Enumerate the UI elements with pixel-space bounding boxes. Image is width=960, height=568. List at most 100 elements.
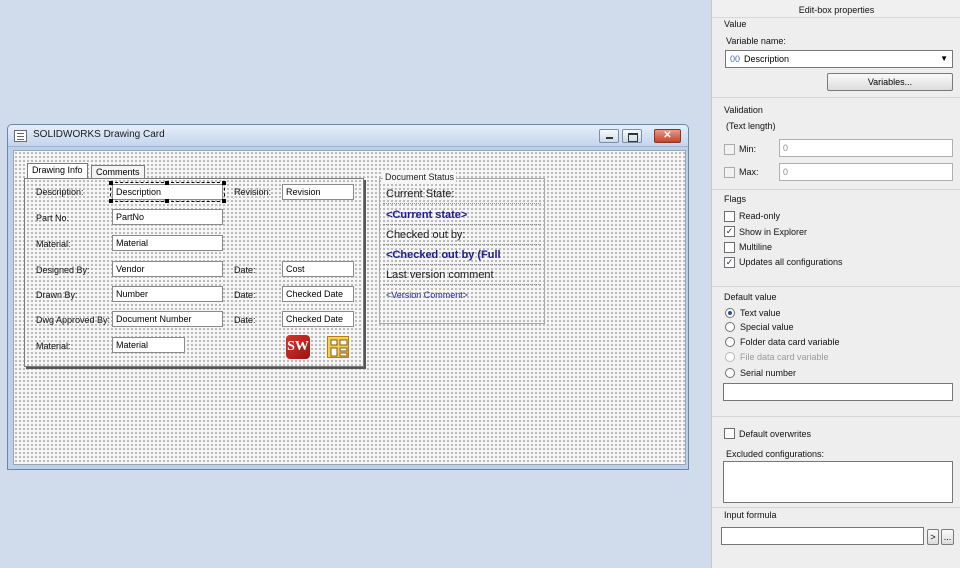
variable-name-select[interactable]: 00 Description ▼ bbox=[725, 50, 953, 68]
default-overwrites-checkbox[interactable] bbox=[724, 428, 735, 439]
version-comment-value: <Version Comment> bbox=[386, 290, 469, 300]
card-window-title: SOLIDWORKS Drawing Card bbox=[33, 129, 165, 140]
date3-field[interactable]: Checked Date bbox=[282, 311, 354, 327]
variable-icon: 00 bbox=[730, 54, 741, 64]
special-value-radio[interactable] bbox=[725, 322, 735, 332]
default-overwrites-label: Default overwrites bbox=[739, 429, 812, 439]
date3-label: Date: bbox=[234, 315, 256, 325]
variables-button[interactable]: Variables... bbox=[827, 73, 953, 91]
max-label: Max: bbox=[739, 167, 759, 177]
selection-handle[interactable] bbox=[222, 181, 226, 185]
selection-handle[interactable] bbox=[165, 199, 169, 203]
selection-handle[interactable] bbox=[222, 199, 226, 203]
default-value-input[interactable] bbox=[723, 383, 953, 401]
card-app-icon bbox=[14, 130, 27, 142]
section-divider bbox=[712, 416, 960, 417]
designed-by-label: Designed By: bbox=[36, 265, 90, 275]
max-checkbox[interactable] bbox=[724, 167, 735, 178]
section-divider bbox=[712, 286, 960, 287]
status-divider bbox=[383, 203, 541, 204]
variable-selected-value: Description bbox=[744, 54, 790, 64]
validation-heading: Validation bbox=[724, 105, 763, 115]
material2-label: Material: bbox=[36, 341, 71, 351]
flags-heading: Flags bbox=[724, 194, 747, 204]
status-divider bbox=[383, 284, 541, 285]
material-label: Material: bbox=[36, 239, 71, 249]
excluded-configs-label: Excluded configurations: bbox=[726, 449, 825, 459]
last-comment-label: Last version comment bbox=[386, 269, 494, 281]
date2-field[interactable]: Checked Date bbox=[282, 286, 354, 302]
text-value-radio[interactable] bbox=[725, 308, 735, 318]
read-only-label: Read-only bbox=[739, 211, 781, 221]
variable-name-label: Variable name: bbox=[726, 36, 786, 46]
maximize-icon bbox=[628, 133, 638, 142]
max-input[interactable]: 0 bbox=[779, 163, 953, 181]
solidworks-logo-icon: SW bbox=[286, 335, 310, 359]
min-label: Min: bbox=[739, 144, 757, 154]
formula-more-button[interactable]: ... bbox=[941, 529, 954, 545]
partno-field[interactable]: PartNo bbox=[112, 209, 223, 225]
tab-drawing-info[interactable]: Drawing Info bbox=[27, 163, 88, 178]
date1-label: Date: bbox=[234, 265, 256, 275]
close-button[interactable]: ✕ bbox=[654, 129, 681, 143]
input-formula-field[interactable] bbox=[721, 527, 924, 545]
close-icon: ✕ bbox=[663, 130, 672, 141]
serial-number-radio[interactable] bbox=[725, 368, 735, 378]
checked-out-value: <Checked out by (Full bbox=[386, 249, 501, 261]
status-divider bbox=[383, 224, 541, 225]
file-data-card-variable-label: File data card variable bbox=[740, 352, 829, 362]
date2-label: Date: bbox=[234, 290, 256, 300]
drawn-by-field[interactable]: Number bbox=[112, 286, 223, 302]
tab-comments[interactable]: Comments bbox=[91, 165, 145, 179]
designed-by-field[interactable]: Vendor bbox=[112, 261, 223, 277]
selection-handle[interactable] bbox=[109, 181, 113, 185]
description-label: Description: bbox=[36, 187, 84, 197]
formula-arrow-button[interactable]: > bbox=[927, 529, 939, 545]
minimize-icon bbox=[606, 137, 613, 139]
section-divider bbox=[712, 97, 960, 98]
dwg-approved-field[interactable]: Document Number bbox=[112, 311, 223, 327]
read-only-checkbox[interactable] bbox=[724, 211, 735, 222]
data-card-icon bbox=[327, 336, 349, 358]
value-heading: Value bbox=[724, 19, 747, 29]
checked-out-label: Checked out by: bbox=[386, 229, 466, 241]
file-data-card-variable-radio[interactable] bbox=[725, 352, 735, 362]
updates-all-configs-label: Updates all configurations bbox=[739, 257, 843, 267]
text-length-label: (Text length) bbox=[726, 121, 776, 131]
default-value-heading: Default value bbox=[724, 292, 777, 302]
special-value-label: Special value bbox=[740, 322, 794, 332]
folder-data-card-variable-label: Folder data card variable bbox=[740, 337, 840, 347]
current-state-value: <Current state> bbox=[386, 209, 468, 221]
section-divider bbox=[712, 189, 960, 190]
chevron-down-icon: ▼ bbox=[940, 54, 948, 63]
min-input[interactable]: 0 bbox=[779, 139, 953, 157]
current-state-label: Current State: bbox=[386, 188, 455, 200]
date1-field[interactable]: Cost bbox=[282, 261, 354, 277]
partno-label: Part No. bbox=[36, 213, 70, 223]
folder-data-card-variable-radio[interactable] bbox=[725, 337, 735, 347]
selection-handle[interactable] bbox=[165, 181, 169, 185]
text-value-label: Text value bbox=[740, 308, 781, 318]
document-status-caption: Document Status bbox=[383, 172, 457, 182]
minimize-button[interactable] bbox=[599, 129, 619, 143]
selection-handle[interactable] bbox=[109, 199, 113, 203]
updates-all-configs-checkbox[interactable]: ✓ bbox=[724, 257, 735, 268]
input-formula-heading: Input formula bbox=[724, 510, 777, 520]
card-design-canvas[interactable]: Drawing Info Comments Description: Descr… bbox=[13, 150, 686, 465]
description-field[interactable]: Description bbox=[110, 182, 225, 202]
multiline-label: Multiline bbox=[739, 242, 773, 252]
card-titlebar[interactable]: SOLIDWORKS Drawing Card ✕ bbox=[8, 125, 688, 147]
properties-panel-title: Edit-box properties bbox=[712, 0, 960, 18]
material-field[interactable]: Material bbox=[112, 235, 223, 251]
drawing-card-window: SOLIDWORKS Drawing Card ✕ Drawing Info C… bbox=[7, 124, 689, 470]
show-in-explorer-label: Show in Explorer bbox=[739, 227, 808, 237]
min-checkbox[interactable] bbox=[724, 144, 735, 155]
serial-number-label: Serial number bbox=[740, 368, 797, 378]
show-in-explorer-checkbox[interactable]: ✓ bbox=[724, 226, 735, 237]
excluded-configs-input[interactable] bbox=[723, 461, 953, 503]
revision-field[interactable]: Revision bbox=[282, 184, 354, 200]
section-divider bbox=[712, 507, 960, 508]
multiline-checkbox[interactable] bbox=[724, 242, 735, 253]
material2-field[interactable]: Material bbox=[112, 337, 185, 353]
maximize-button[interactable] bbox=[622, 129, 642, 143]
